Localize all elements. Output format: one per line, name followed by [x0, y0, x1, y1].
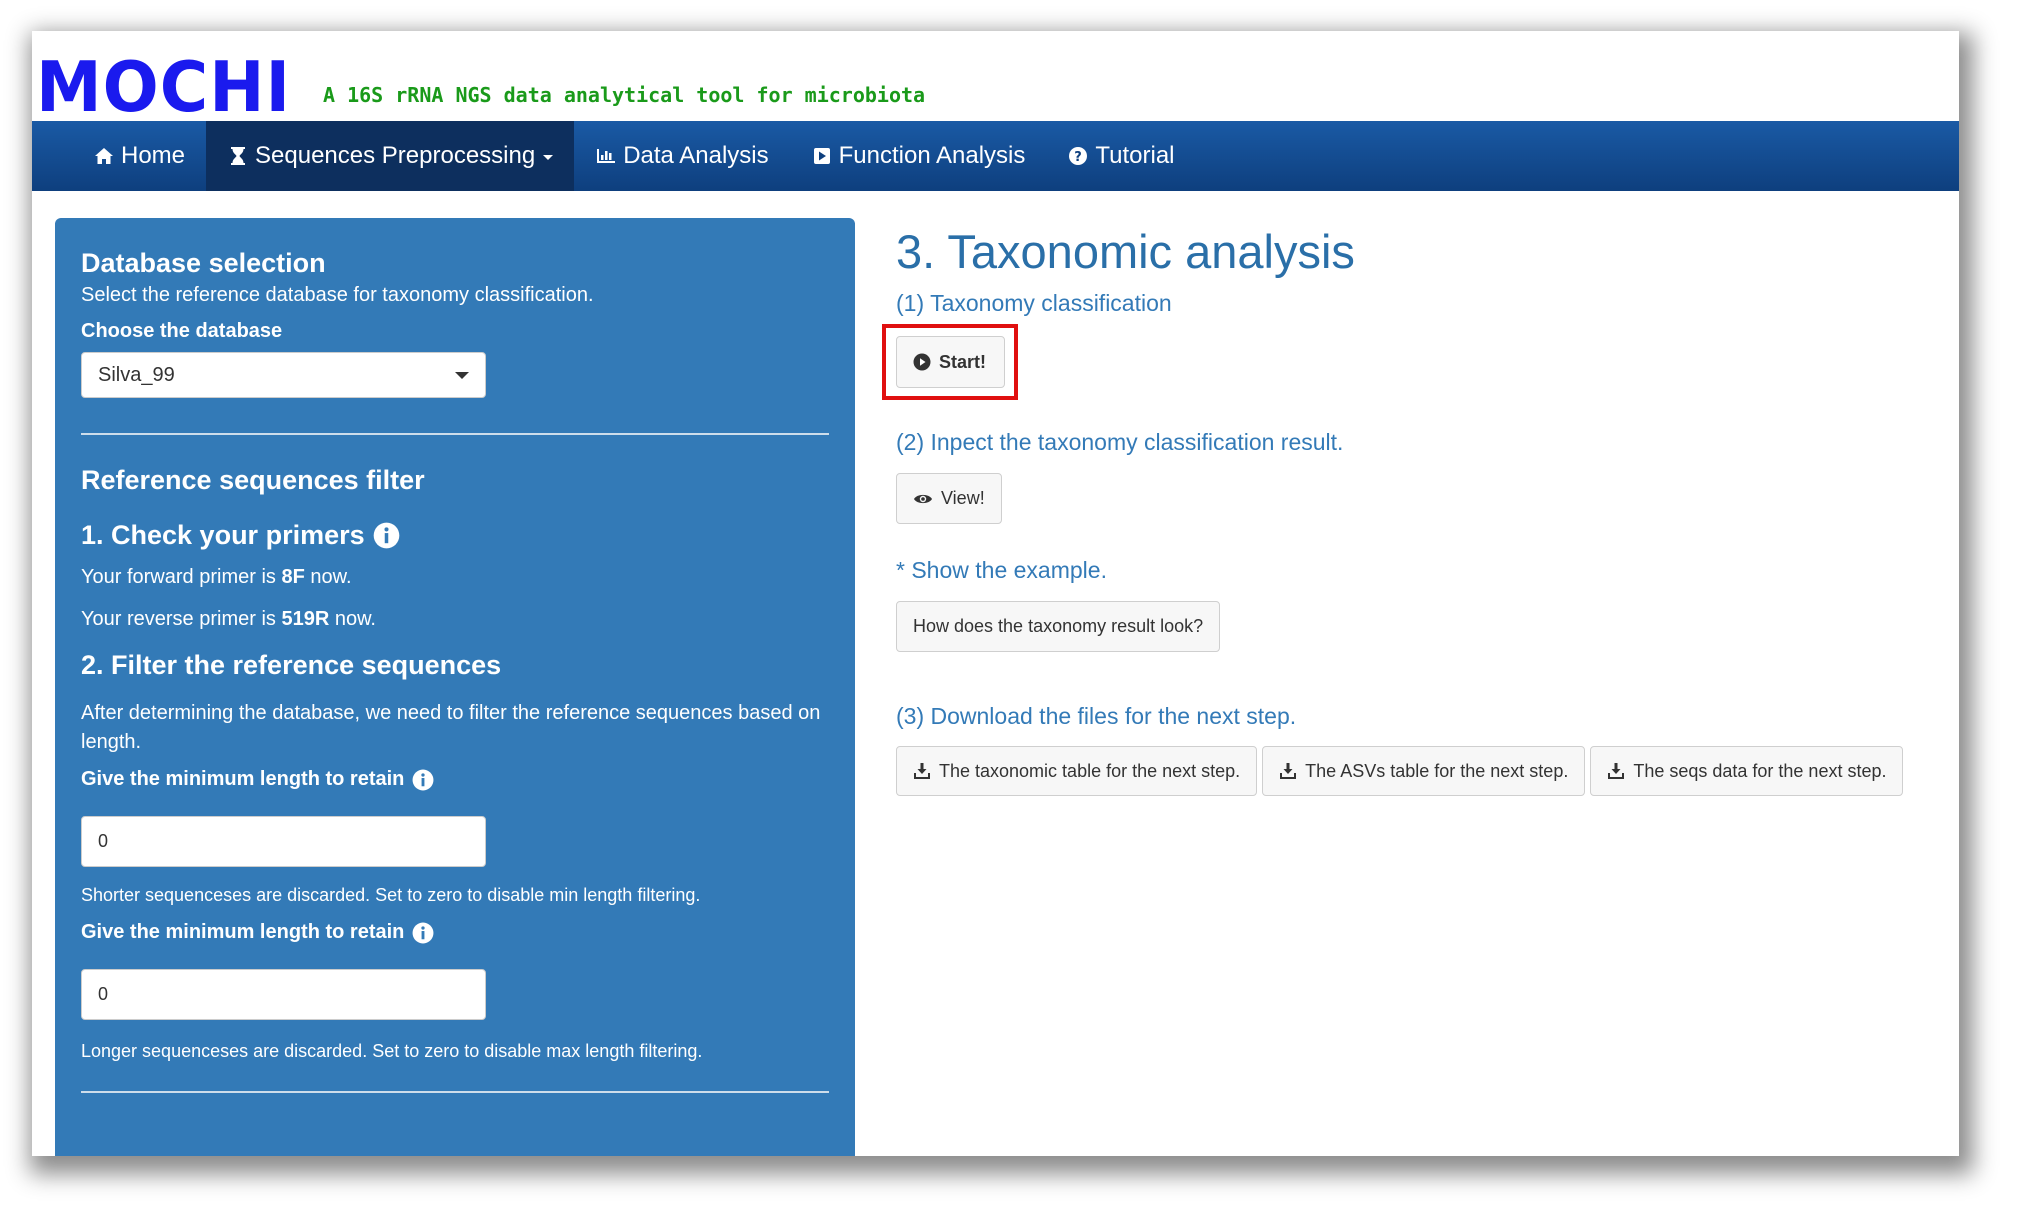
app-logo[interactable]: MOCHI — [36, 53, 291, 122]
main-content: 3. Taxonomic analysis (1) Taxonomy class… — [882, 218, 1946, 796]
min-length-label: Give the minimum length to retain — [81, 768, 829, 791]
nav-sequences-label: Sequences Preprocessing — [255, 142, 536, 169]
taxonomy-classification-heading: (1) Taxonomy classification — [896, 290, 1172, 316]
example-button-label: How does the taxonomy result look? — [913, 616, 1204, 636]
chevron-down-icon — [543, 155, 554, 160]
nav-data-analysis-label: Data Analysis — [623, 142, 769, 169]
min-length-help: Shorter sequenceses are discarded. Set t… — [81, 885, 701, 905]
svg-text:?: ? — [1075, 150, 1083, 165]
question-circle-icon: ? — [1067, 145, 1089, 167]
filter-sequences-heading: 2. Filter the reference sequences — [81, 650, 502, 680]
download-button-row: The taxonomic table for the next step. T… — [896, 746, 1946, 796]
sidebar-panel: Database selection Select the reference … — [55, 218, 855, 1156]
nav-home-label: Home — [121, 142, 186, 169]
reverse-primer-suffix: now. — [329, 608, 376, 630]
nav-function-analysis-label: Function Analysis — [838, 142, 1026, 169]
max-length-label: Give the minimum length to retain — [81, 921, 829, 944]
hourglass-icon — [227, 145, 249, 167]
forward-primer-value: 8F — [281, 566, 305, 588]
check-primers-heading: 1. Check your primers — [81, 520, 829, 551]
info-icon[interactable] — [373, 522, 400, 549]
nav-sequences-preprocessing[interactable]: Sequences Preprocessing — [206, 121, 575, 191]
max-length-value: 0 — [98, 984, 109, 1004]
nav-tutorial[interactable]: ? Tutorial — [1046, 121, 1195, 191]
forward-primer-prefix: Your forward primer is — [81, 566, 282, 588]
download-taxonomic-table-label: The taxonomic table for the next step. — [939, 760, 1241, 781]
download-asvs-table-label: The ASVs table for the next step. — [1305, 760, 1569, 781]
filter-description: After determining the database, we need … — [81, 702, 821, 753]
inspect-result-heading: (2) Inpect the taxonomy classification r… — [896, 429, 1344, 455]
download-seqs-data-button[interactable]: The seqs data for the next step. — [1590, 746, 1904, 796]
nav-tutorial-label: Tutorial — [1095, 142, 1175, 169]
home-icon — [93, 145, 115, 167]
download-heading: (3) Download the files for the next step… — [896, 703, 1297, 729]
reverse-primer-value: 519R — [281, 608, 330, 630]
choose-database-label: Choose the database — [81, 320, 283, 342]
max-length-label-text: Give the minimum length to retain — [81, 921, 405, 943]
download-asvs-table-button[interactable]: The ASVs table for the next step. — [1262, 746, 1586, 796]
download-taxonomic-table-button[interactable]: The taxonomic table for the next step. — [896, 746, 1258, 796]
database-selection-description: Select the reference database for taxono… — [81, 284, 594, 306]
max-length-input[interactable]: 0 — [81, 969, 486, 1020]
start-button-wrapper: Start! — [882, 324, 1946, 400]
nav-data-analysis[interactable]: Data Analysis — [574, 121, 789, 191]
min-length-label-text: Give the minimum length to retain — [81, 768, 405, 790]
play-icon — [811, 145, 833, 167]
min-length-input[interactable]: 0 — [81, 816, 486, 867]
view-button-label: View! — [941, 488, 985, 508]
max-length-help: Longer sequenceses are discarded. Set to… — [81, 1041, 703, 1061]
database-select[interactable]: Silva_99 — [81, 352, 486, 398]
example-button[interactable]: How does the taxonomy result look? — [896, 601, 1221, 652]
reverse-primer-text: Your reverse primer is 519R now. — [81, 605, 829, 634]
info-icon[interactable] — [412, 769, 434, 791]
app-tagline: A 16S rRNA NGS data analytical tool for … — [323, 83, 926, 107]
bar-chart-icon — [595, 145, 617, 167]
forward-primer-text: Your forward primer is 8F now. — [81, 563, 829, 592]
view-button[interactable]: View! — [896, 473, 1002, 524]
nav-home[interactable]: Home — [72, 121, 206, 191]
nav-function-analysis[interactable]: Function Analysis — [790, 121, 1047, 191]
check-primers-title: 1. Check your primers — [81, 520, 365, 550]
download-seqs-data-label: The seqs data for the next step. — [1633, 760, 1887, 781]
database-select-value: Silva_99 — [98, 363, 175, 386]
info-icon[interactable] — [412, 922, 434, 944]
reverse-primer-prefix: Your reverse primer is — [81, 608, 282, 630]
page-title: 3. Taxonomic analysis — [896, 225, 1355, 278]
top-navbar: Home Sequences Preprocessing Data Analys… — [32, 121, 1959, 191]
download-icon — [914, 763, 930, 779]
download-icon — [1280, 763, 1297, 779]
min-length-value: 0 — [98, 831, 109, 851]
brand-header: MOCHI A 16S rRNA NGS data analytical too… — [36, 35, 926, 122]
download-icon — [1608, 763, 1625, 779]
reference-filter-heading: Reference sequences filter — [81, 465, 425, 495]
show-example-heading: * Show the example. — [896, 557, 1107, 583]
dropdown-arrow-icon — [455, 371, 469, 379]
database-selection-heading: Database selection — [81, 248, 326, 278]
section-divider — [81, 1091, 829, 1093]
app-window: MOCHI A 16S rRNA NGS data analytical too… — [32, 31, 1959, 1156]
forward-primer-suffix: now. — [304, 566, 352, 588]
eye-icon — [914, 494, 932, 503]
highlight-annotation — [882, 324, 1018, 400]
section-divider — [81, 433, 829, 435]
